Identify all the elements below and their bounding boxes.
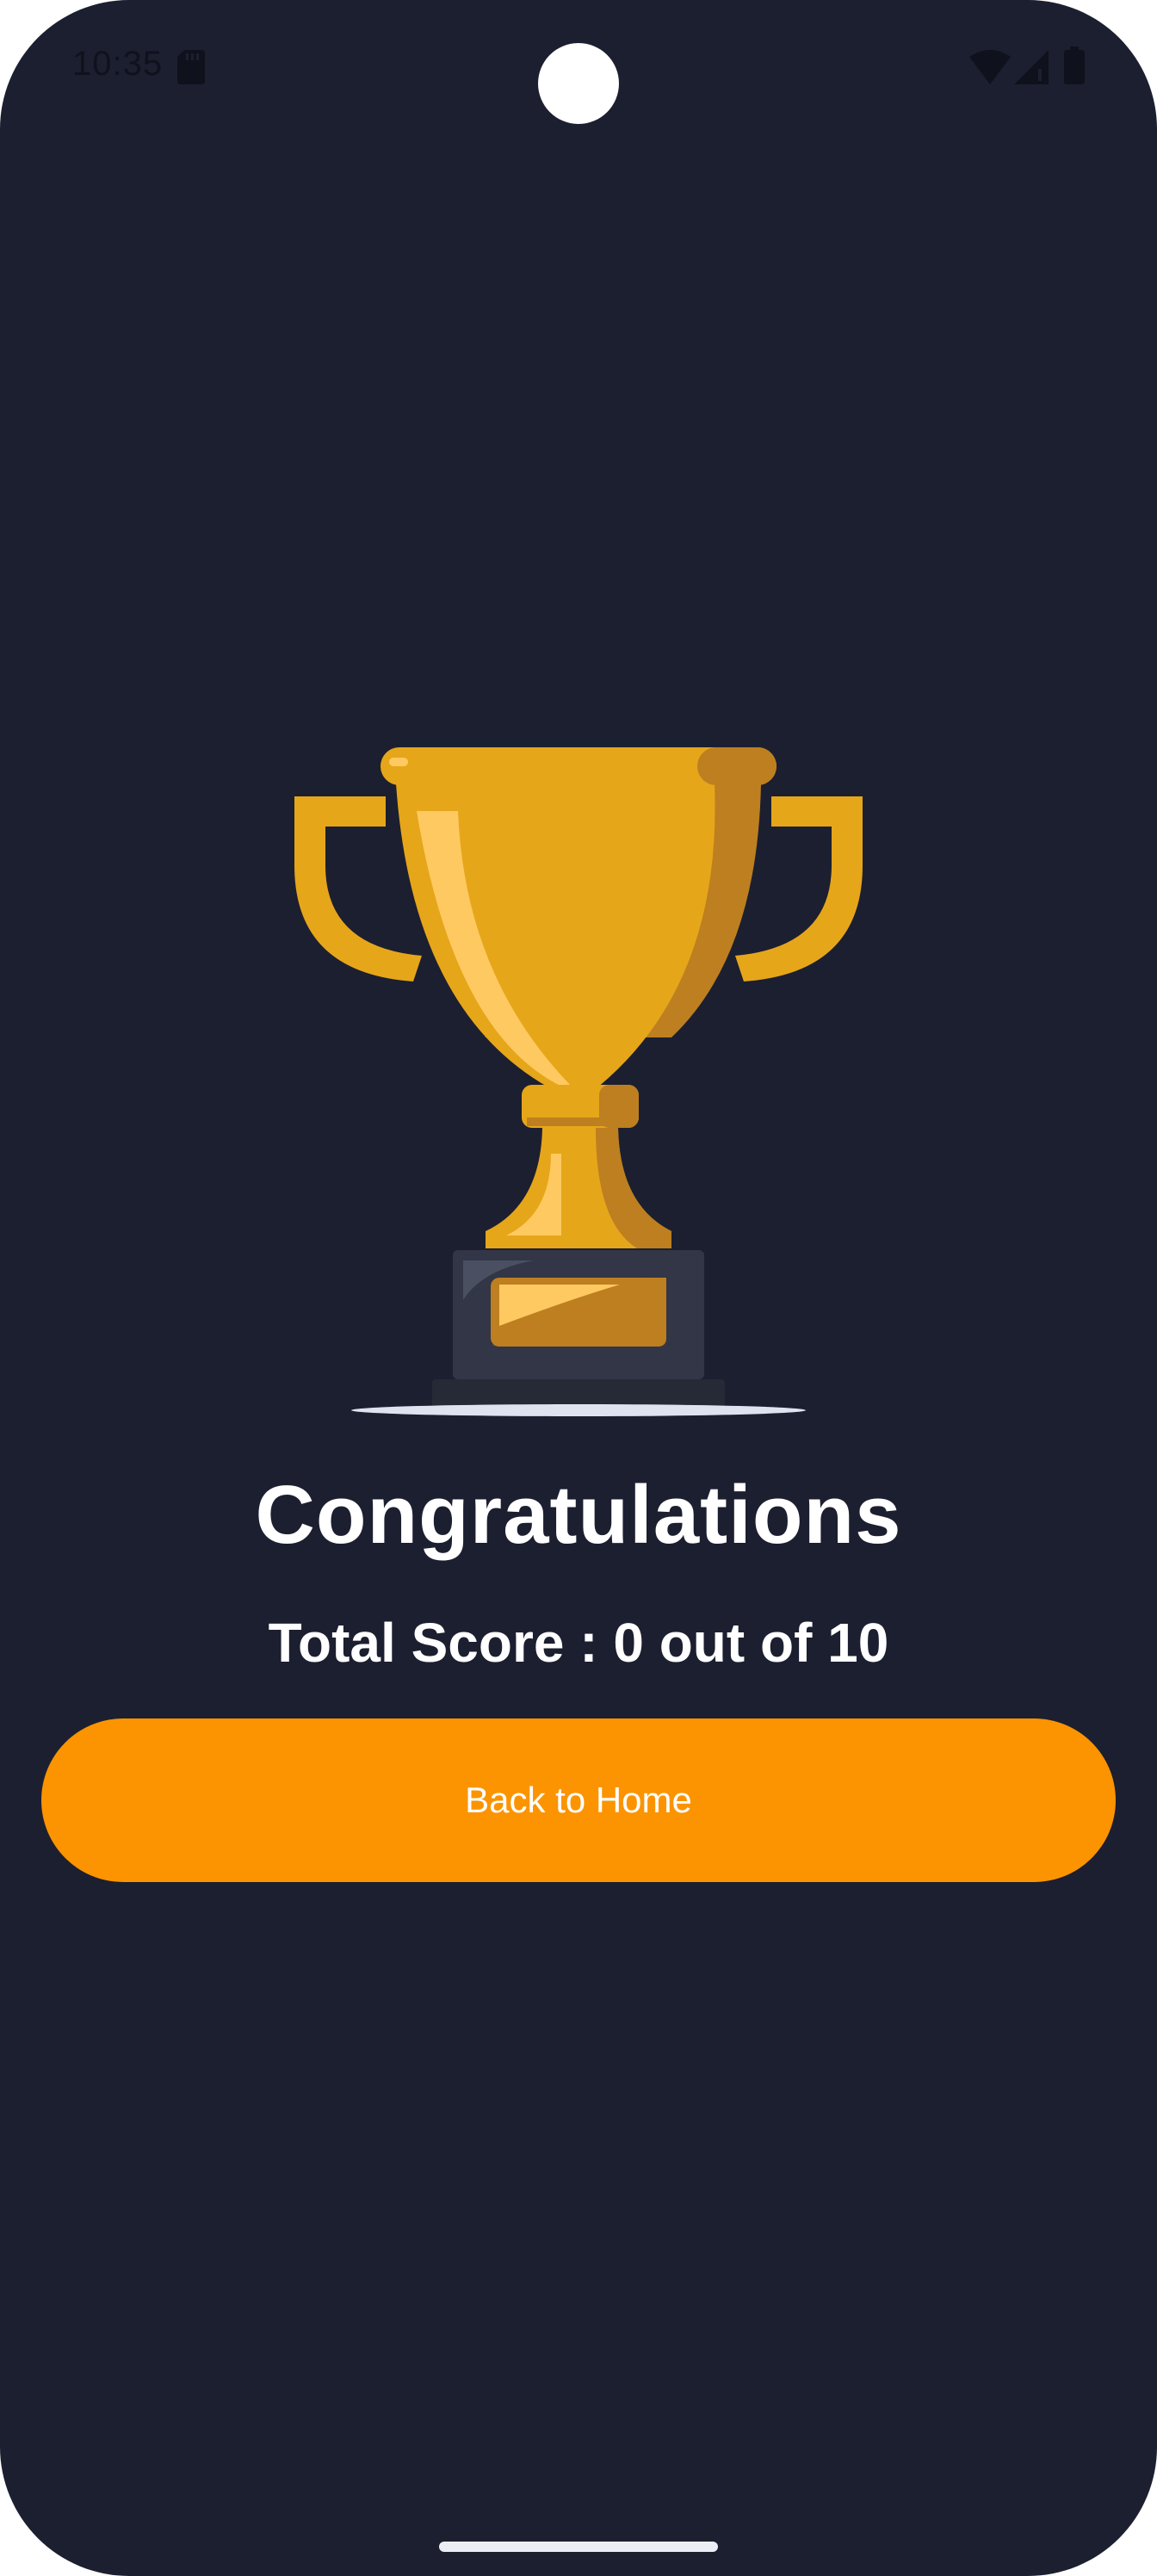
status-bar: 10:35	[0, 0, 1157, 138]
sd-card-icon	[177, 50, 205, 84]
total-score-text: Total Score : 0 out of 10	[268, 1612, 889, 1674]
status-time: 10:35	[72, 45, 164, 83]
wifi-icon	[969, 50, 1011, 84]
signal-icon	[1014, 50, 1049, 84]
congratulations-title: Congratulations	[255, 1469, 902, 1561]
quiz-result-screen: 10:35 Congratulations Total Score: 0 ou…	[0, 0, 1157, 2576]
back-to-home-button[interactable]: Back to Home	[41, 1718, 1116, 1882]
trophy-icon	[294, 747, 863, 1416]
camera-cutout	[538, 43, 619, 124]
battery-icon	[1064, 46, 1085, 84]
home-gesture-bar[interactable]	[439, 2542, 718, 2552]
